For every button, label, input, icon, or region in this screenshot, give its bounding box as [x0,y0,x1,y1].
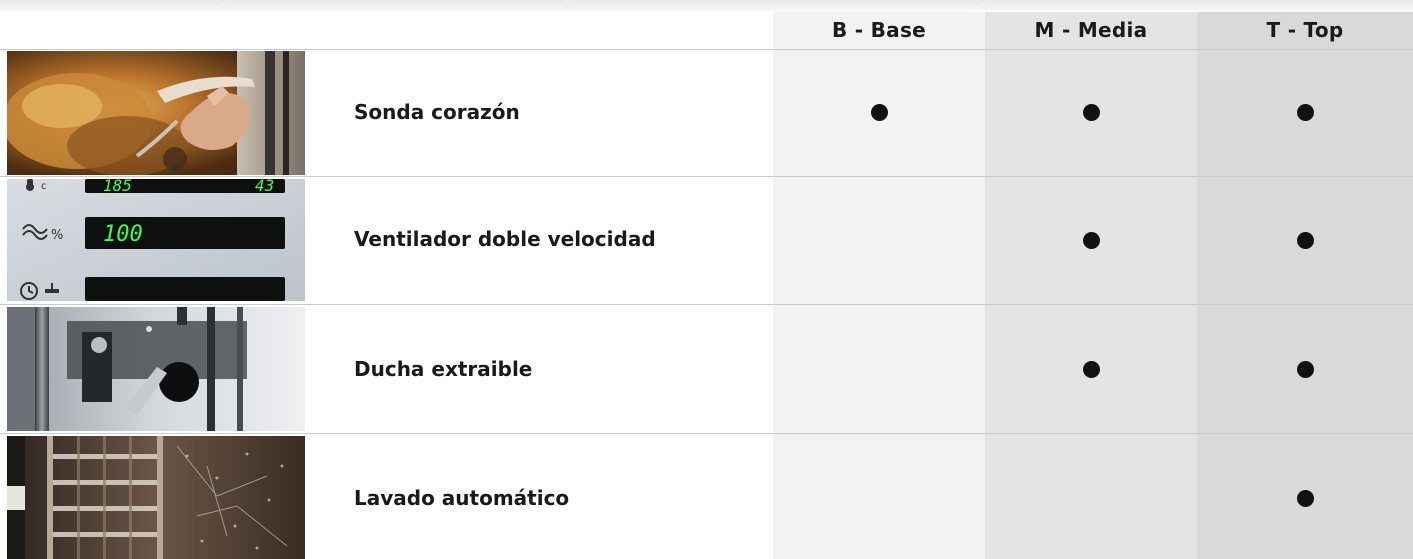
strip-highlight [551,0,770,12]
table-row: Sonda corazón [0,50,1413,176]
svg-text:%: % [51,228,63,243]
availability-dot-media [1083,361,1100,378]
header-top: T - Top [1266,18,1344,42]
retractable-shower-photo [7,307,305,431]
availability-dot-base [871,104,888,121]
table-row: 185 43 100 c % Ventilador doble velocida… [0,177,1413,303]
strip-highlight [211,0,350,12]
feature-label: Sonda corazón [354,100,520,124]
oven-washing-photo [7,436,305,559]
panel-temp-readout: 185 [103,179,132,195]
control-panel-photo: 185 43 100 c % [7,179,305,301]
table-header: B - Base M - Media T - Top [0,12,1413,50]
decorative-top-strip [0,0,1413,12]
availability-dot-media [1083,232,1100,249]
availability-dot-top [1297,104,1314,121]
feature-label: Ducha extraible [354,357,533,381]
header-media: M - Media [1034,18,1148,42]
panel-fan-readout: 100 [103,222,143,247]
header-base: B - Base [831,18,927,42]
panel-temp-right-readout: 43 [255,179,274,195]
svg-text:c: c [41,181,47,192]
strip-highlight [971,0,1150,12]
availability-dot-top [1297,232,1314,249]
availability-dot-top [1297,361,1314,378]
core-probe-photo [7,51,305,175]
feature-label: Ventilador doble velocidad [354,227,656,251]
table-row: Ducha extraible [0,305,1413,433]
thermometer-icon [26,179,34,191]
table-row: Lavado automático [0,434,1413,559]
availability-dot-media [1083,104,1100,121]
availability-dot-top [1297,490,1314,507]
feature-label: Lavado automático [354,486,570,510]
